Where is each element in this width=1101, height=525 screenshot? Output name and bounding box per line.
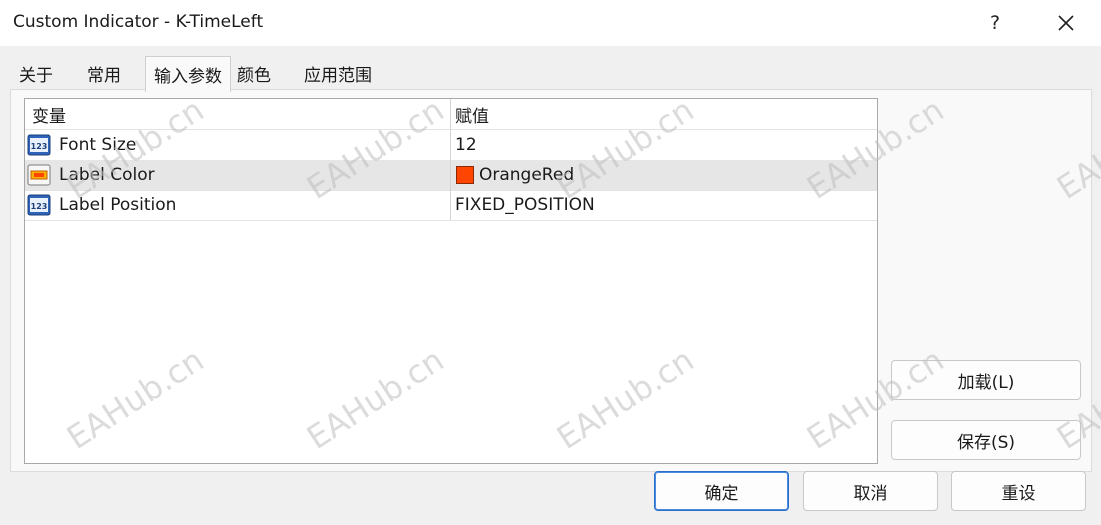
param-name: Label Position (59, 195, 177, 215)
param-name-cell: 123 Label Position (25, 190, 451, 220)
tab-common[interactable]: 常用 (76, 58, 132, 89)
title-bar: Custom Indicator - K-TimeLeft ? (0, 0, 1101, 46)
load-button[interactable]: 加载(L) (891, 360, 1081, 400)
tab-inputs[interactable]: 输入参数 (145, 56, 231, 92)
param-name: Font Size (59, 135, 137, 155)
color-swatch (456, 166, 474, 184)
svg-text:123: 123 (31, 202, 48, 211)
tab-visualization[interactable]: 应用范围 (296, 58, 380, 89)
color-param-icon (27, 164, 51, 186)
param-value: FIXED_POSITION (455, 195, 595, 215)
parameters-grid[interactable]: 变量 赋值 123 Font Size 12 Label Color Orang… (24, 98, 878, 464)
close-button[interactable] (1046, 6, 1086, 40)
param-name: Label Color (59, 165, 155, 185)
reset-button[interactable]: 重设 (951, 471, 1086, 511)
close-icon (1058, 15, 1074, 31)
number-param-icon: 123 (27, 134, 51, 156)
table-row[interactable]: Label Color OrangeRed (25, 160, 877, 191)
param-value: 12 (455, 135, 477, 155)
table-row[interactable]: 123 Font Size 12 (25, 130, 877, 161)
param-value: OrangeRed (479, 165, 575, 185)
ok-button[interactable]: 确定 (654, 471, 789, 511)
param-value-cell[interactable]: FIXED_POSITION (451, 190, 875, 220)
tab-colors[interactable]: 颜色 (232, 58, 276, 89)
param-value-cell[interactable]: OrangeRed (451, 160, 875, 190)
svg-text:123: 123 (31, 142, 48, 151)
param-value-cell[interactable]: 12 (451, 130, 875, 160)
save-button[interactable]: 保存(S) (891, 420, 1081, 460)
column-header-value[interactable]: 赋值 (451, 99, 875, 129)
param-name-cell: Label Color (25, 160, 451, 190)
tab-about[interactable]: 关于 (10, 58, 62, 89)
table-row[interactable]: 123 Label Position FIXED_POSITION (25, 190, 877, 221)
number-param-icon: 123 (27, 194, 51, 216)
grid-header: 变量 赋值 (25, 99, 877, 130)
param-name-cell: 123 Font Size (25, 130, 451, 160)
help-button[interactable]: ? (978, 6, 1012, 40)
cancel-button[interactable]: 取消 (803, 471, 938, 511)
column-header-variable[interactable]: 变量 (25, 99, 451, 129)
window-title: Custom Indicator - K-TimeLeft (13, 12, 264, 32)
